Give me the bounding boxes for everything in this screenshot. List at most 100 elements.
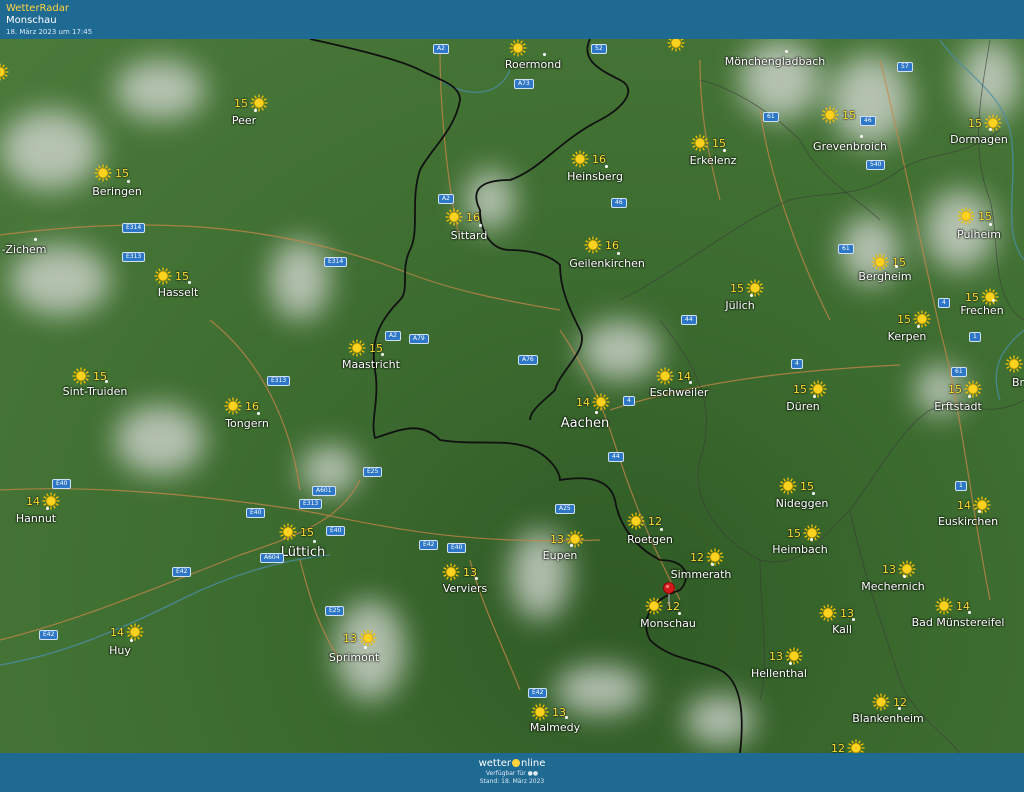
temperature-value: 15: [300, 526, 314, 539]
city-label[interactable]: Blankenheim: [852, 712, 924, 725]
sun-icon: [224, 397, 242, 415]
city-label[interactable]: Nideggen: [776, 497, 829, 510]
sun-icon: [442, 563, 460, 581]
sun-icon: [957, 207, 975, 225]
city-marker: [475, 577, 478, 580]
city-label[interactable]: Verviers: [443, 582, 488, 595]
sun-icon: [872, 693, 890, 711]
city-label[interactable]: Mechernich: [861, 580, 924, 593]
road-shield: 52: [591, 44, 607, 54]
temperature-value: 13: [550, 533, 564, 546]
city-label[interactable]: Beringen: [92, 185, 142, 198]
city-label[interactable]: Monschau: [640, 617, 696, 630]
city-label[interactable]: Euskirchen: [938, 515, 998, 528]
city-marker: [785, 50, 788, 53]
city-label[interactable]: Jülich: [725, 299, 754, 312]
temperature-value: 15: [968, 117, 982, 130]
city-label[interactable]: Peer: [232, 114, 256, 127]
city-label[interactable]: -Zichem: [1, 243, 46, 256]
location-pin-icon[interactable]: [662, 582, 676, 610]
city-label[interactable]: Tongern: [225, 417, 269, 430]
sun-icon: [531, 703, 549, 721]
temperature-value: 12: [831, 742, 845, 753]
temperature-value: 12: [648, 515, 662, 528]
city-label[interactable]: Hellenthal: [751, 667, 807, 680]
city-marker: [364, 646, 367, 649]
city-label[interactable]: Huy: [109, 644, 131, 657]
city-label[interactable]: Heimbach: [772, 543, 828, 556]
city-label[interactable]: Kerpen: [888, 330, 927, 343]
city-label[interactable]: Sittard: [451, 229, 488, 242]
road-shield: 57: [897, 62, 913, 72]
city-marker: [860, 135, 863, 138]
city-marker: [660, 528, 663, 531]
city-label[interactable]: Kall: [832, 623, 852, 636]
city-label[interactable]: Erkelenz: [690, 154, 737, 167]
city-label[interactable]: Bad Münstereifel: [912, 616, 1005, 629]
road-shield: A73: [514, 79, 534, 89]
city-label[interactable]: Geilenkirchen: [569, 257, 645, 270]
city-label[interactable]: Hasselt: [158, 286, 199, 299]
city-label[interactable]: Bergheim: [858, 270, 911, 283]
road-shield: A2: [385, 331, 401, 341]
sun-icon: [571, 150, 589, 168]
sun-icon: [348, 339, 366, 357]
city-marker: [812, 492, 815, 495]
city-label[interactable]: Br: [1012, 376, 1024, 389]
city-label[interactable]: Maastricht: [342, 358, 400, 371]
city-label[interactable]: Grevenbroich: [813, 140, 887, 153]
city-label[interactable]: Simmerath: [671, 568, 732, 581]
city-label[interactable]: Roermond: [505, 58, 561, 71]
city-label[interactable]: Sprimont: [329, 651, 379, 664]
sun-icon: [126, 623, 144, 641]
city-label[interactable]: Hannut: [16, 512, 56, 525]
location-title: Monschau: [6, 15, 57, 26]
city-label[interactable]: Mönchengladbach: [725, 55, 825, 68]
weather-radar-map[interactable]: Roermond Mönchengladbach 15 Peer 15 Beringen 1…: [0, 39, 1024, 753]
sun-icon: [584, 236, 602, 254]
sun-icon: [279, 523, 297, 541]
city-label[interactable]: Malmedy: [530, 721, 580, 734]
city-marker: [130, 639, 133, 642]
city-label[interactable]: Pulheim: [957, 228, 1001, 241]
sun-icon: [871, 253, 889, 271]
temperature-value: 15: [892, 256, 906, 269]
temperature-value: 15: [234, 97, 248, 110]
city-marker: [254, 109, 257, 112]
sun-icon: [847, 739, 865, 753]
sun-icon: [509, 39, 527, 57]
city-label[interactable]: Roetgen: [627, 533, 673, 546]
city-marker: [978, 510, 981, 513]
city-marker: [895, 265, 898, 268]
city-marker: [543, 53, 546, 56]
road-shield: 61: [951, 367, 967, 377]
city-label[interactable]: Aachen: [561, 416, 609, 431]
road-shield: A79: [409, 334, 429, 344]
sun-icon: [627, 512, 645, 530]
sun-icon: [785, 647, 803, 665]
road-shield: A2: [438, 194, 454, 204]
sun-icon: [566, 530, 584, 548]
city-label[interactable]: Heinsberg: [567, 170, 623, 183]
city-label[interactable]: Frechen: [960, 304, 1003, 317]
sun-icon: [154, 267, 172, 285]
road-shield: E314: [324, 257, 348, 267]
city-label[interactable]: Sint-Truiden: [63, 385, 128, 398]
city-label[interactable]: Düren: [786, 400, 819, 413]
city-label[interactable]: Eupen: [543, 549, 578, 562]
road-shield: 4: [938, 298, 950, 308]
city-label[interactable]: Lüttich: [281, 545, 325, 560]
app-title: WetterRadar: [6, 3, 70, 14]
road-shield: E313: [267, 376, 291, 386]
city-label[interactable]: Erftstadt: [934, 400, 982, 413]
city-label[interactable]: Dormagen: [950, 133, 1008, 146]
sun-icon: [667, 39, 685, 52]
temperature-value: 15: [730, 282, 744, 295]
road-shield: 4: [623, 396, 635, 406]
road-shield: E25: [325, 606, 345, 616]
temperature-value: 16: [245, 400, 259, 413]
city-marker: [257, 412, 260, 415]
city-label[interactable]: Eschweiler: [650, 386, 709, 399]
city-marker: [810, 538, 813, 541]
road-shield: 61: [838, 244, 854, 254]
